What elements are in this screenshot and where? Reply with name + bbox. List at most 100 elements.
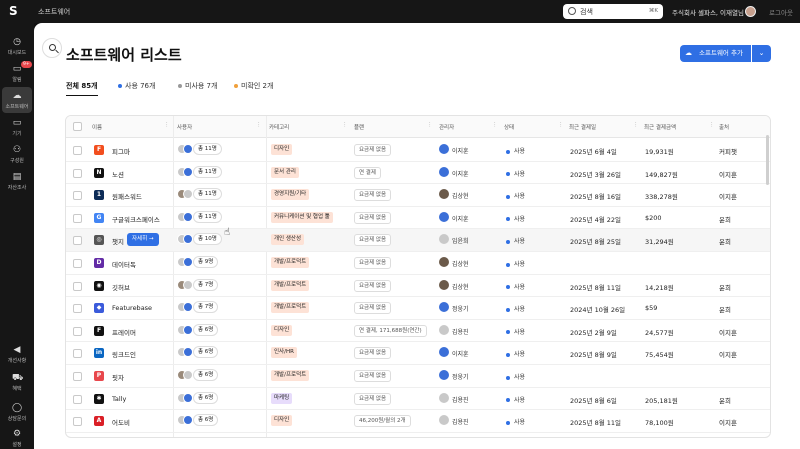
software-name[interactable]: Featurebase: [112, 304, 152, 312]
column-resize-handle-icon[interactable]: ⋮: [164, 122, 170, 128]
row-checkbox[interactable]: [73, 168, 82, 178]
table-row[interactable]: F 피그마 총 11명 디자인 요금제 없음 이지훈 사용 2025년 6월 4…: [66, 139, 770, 162]
plan-badge[interactable]: 요금제 없음: [354, 211, 392, 224]
status-cell[interactable]: 사용: [506, 417, 525, 426]
software-name[interactable]: 챗지: [112, 236, 124, 246]
column-resize-handle-icon[interactable]: ⋮: [427, 122, 433, 128]
table-row[interactable]: N 노션 총 11명 문서 관리 연 결제 이지훈 사용 2025년 3월 26…: [66, 162, 770, 185]
column-resize-handle-icon[interactable]: ⋮: [256, 122, 262, 128]
sidebar-bottom-item-0[interactable]: ◀ 개선사항: [0, 341, 34, 367]
company-user-name[interactable]: 주식회사 셀파스, 이재열님: [672, 7, 744, 17]
table-row[interactable]: D 데이터독 총 9명 개발/프로덕트 요금제 없음 김상현 사용: [66, 252, 770, 275]
table-row[interactable]: P 핏자 총 6명 개발/프로덕트 요금제 없음 정웅기 사용: [66, 365, 770, 388]
sidebar-item-3[interactable]: ▭ 기기: [0, 114, 34, 140]
column-header[interactable]: 이름: [92, 123, 102, 131]
plan-badge[interactable]: 46,200원/월의 2개: [354, 415, 411, 428]
status-cell[interactable]: 사용: [506, 372, 525, 381]
software-name[interactable]: 핏자: [112, 372, 124, 382]
detail-button[interactable]: 자세히 →: [127, 233, 159, 247]
sidebar-item-0[interactable]: ◷ 대시보드: [0, 33, 34, 59]
column-resize-handle-icon[interactable]: ⋮: [492, 122, 498, 128]
status-cell[interactable]: 사용: [506, 327, 525, 336]
column-header[interactable]: 카테고리: [269, 123, 289, 131]
sidebar-bottom-item-3[interactable]: ⚙ 설정: [0, 425, 34, 449]
table-row[interactable]: ✱ Tally 총 6명 마케팅 요금제 없음 김용진 사용 2025년 8월 …: [66, 388, 770, 411]
software-name[interactable]: 구글워크스페이스: [112, 214, 160, 224]
row-checkbox[interactable]: [73, 213, 82, 223]
plan-badge[interactable]: 요금제 없음: [354, 302, 392, 315]
software-name[interactable]: 데이터독: [112, 259, 136, 269]
plan-badge[interactable]: 요금제 없음: [354, 257, 392, 269]
software-name[interactable]: 피그마: [112, 146, 130, 156]
sidebar-bottom-item-1[interactable]: ⛟ 혜택: [0, 369, 34, 395]
add-software-dropdown-button[interactable]: ⌄: [752, 45, 771, 62]
column-header[interactable]: 플랜: [354, 123, 364, 131]
tab-2[interactable]: 미사용 7개: [178, 81, 217, 91]
column-header[interactable]: 최근 결제일: [569, 123, 596, 131]
row-checkbox[interactable]: [73, 146, 82, 155]
status-cell[interactable]: 사용: [506, 236, 525, 245]
row-checkbox[interactable]: [73, 281, 82, 291]
table-row[interactable]: 1 원패스워드 총 11명 경영지원/기타 요금제 없음 김상현 사용 2025…: [66, 184, 770, 207]
row-checkbox[interactable]: [73, 417, 82, 427]
status-cell[interactable]: 사용: [506, 214, 525, 223]
status-cell[interactable]: 사용: [506, 349, 525, 358]
column-header[interactable]: 최근 결제금액: [644, 123, 676, 131]
column-resize-handle-icon[interactable]: ⋮: [342, 122, 348, 128]
column-header[interactable]: 출처: [719, 123, 729, 131]
software-name[interactable]: 프레이머: [112, 327, 136, 337]
column-header[interactable]: 사용자: [177, 123, 192, 131]
row-checkbox[interactable]: [73, 349, 82, 359]
software-name[interactable]: 링크드인: [112, 349, 136, 359]
table-row[interactable]: ◉ 깃허브 총 7명 개발/프로덕트 요금제 없음 김상현 사용 2025년 8…: [66, 275, 770, 298]
plan-badge[interactable]: 연 결제, 171,688원(연간): [354, 324, 427, 337]
logout-link[interactable]: 로그아웃: [769, 7, 793, 17]
row-checkbox[interactable]: [73, 372, 82, 381]
search-box[interactable]: 검색 ⌘K: [563, 4, 663, 19]
table-row[interactable]: ◎ 챗지 총 10명 개인 생산성 요금제 없음 임윤희 사용 2025년 8월…: [66, 229, 770, 252]
table-row[interactable]: ◆ Featurebase 총 7명 개발/프로덕트 요금제 없음 정웅기 사용…: [66, 297, 770, 320]
row-checkbox[interactable]: [73, 259, 82, 268]
status-cell[interactable]: 사용: [506, 282, 525, 291]
add-software-button[interactable]: ☁ 소프트웨어 추가: [680, 45, 751, 62]
table-row[interactable]: A 어도비 총 6명 디자인 46,200원/월의 2개 김용진 사용 2025…: [66, 410, 770, 433]
plan-badge[interactable]: 요금제 없음: [354, 279, 392, 292]
page-search-button[interactable]: [42, 38, 62, 58]
tab-1[interactable]: 사용 76개: [118, 81, 155, 91]
column-resize-handle-icon[interactable]: ⋮: [558, 122, 564, 128]
column-resize-handle-icon[interactable]: ⋮: [709, 122, 715, 128]
column-resize-handle-icon[interactable]: ⋮: [633, 122, 639, 128]
table-row[interactable]: G 구글워크스페이스 총 11명 커뮤니케이션 및 협업 툴 요금제 없음 이지…: [66, 207, 770, 230]
sidebar-bottom-item-2[interactable]: ◯ 상담문의: [0, 399, 34, 425]
tab-3[interactable]: 미확인 2개: [234, 81, 273, 91]
software-name[interactable]: Tally: [112, 395, 126, 403]
status-cell[interactable]: 사용: [506, 191, 525, 200]
sidebar-item-4[interactable]: ⚇ 구성원: [0, 141, 34, 167]
row-checkbox[interactable]: [73, 394, 82, 404]
row-checkbox[interactable]: [73, 326, 82, 336]
table-scrollbar[interactable]: [766, 135, 769, 185]
status-cell[interactable]: 사용: [506, 146, 525, 155]
software-name[interactable]: 노션: [112, 169, 124, 179]
column-header[interactable]: 상태: [504, 123, 514, 131]
status-cell[interactable]: 사용: [506, 395, 525, 404]
status-cell[interactable]: 사용: [506, 259, 525, 268]
table-row[interactable]: in 링크드인 총 6명 인사/HR 요금제 없음 이지훈 사용 2025년 8…: [66, 342, 770, 365]
tab-0[interactable]: 전체 85개: [66, 81, 98, 96]
plan-badge[interactable]: 요금제 없음: [354, 144, 392, 156]
plan-badge[interactable]: 요금제 없음: [354, 234, 392, 247]
sidebar-item-1[interactable]: ▭ 알림 9+: [0, 60, 34, 86]
plan-badge[interactable]: 요금제 없음: [354, 392, 392, 405]
table-row[interactable]: F 프레이머 총 6명 디자인 연 결제, 171,688원(연간) 김용진 사…: [66, 320, 770, 343]
software-name[interactable]: 어도비: [112, 417, 130, 427]
column-header[interactable]: 관리자: [439, 123, 454, 131]
software-name[interactable]: 깃허브: [112, 282, 130, 292]
row-checkbox[interactable]: [73, 191, 82, 201]
plan-badge[interactable]: 요금제 없음: [354, 370, 392, 382]
avatar[interactable]: [745, 6, 756, 17]
status-cell[interactable]: 사용: [506, 169, 525, 178]
select-all-checkbox[interactable]: [73, 122, 82, 131]
plan-badge[interactable]: 연 결제: [354, 166, 381, 179]
sidebar-item-2[interactable]: ☁ 소프트웨어: [2, 87, 32, 113]
row-checkbox[interactable]: [73, 236, 82, 246]
